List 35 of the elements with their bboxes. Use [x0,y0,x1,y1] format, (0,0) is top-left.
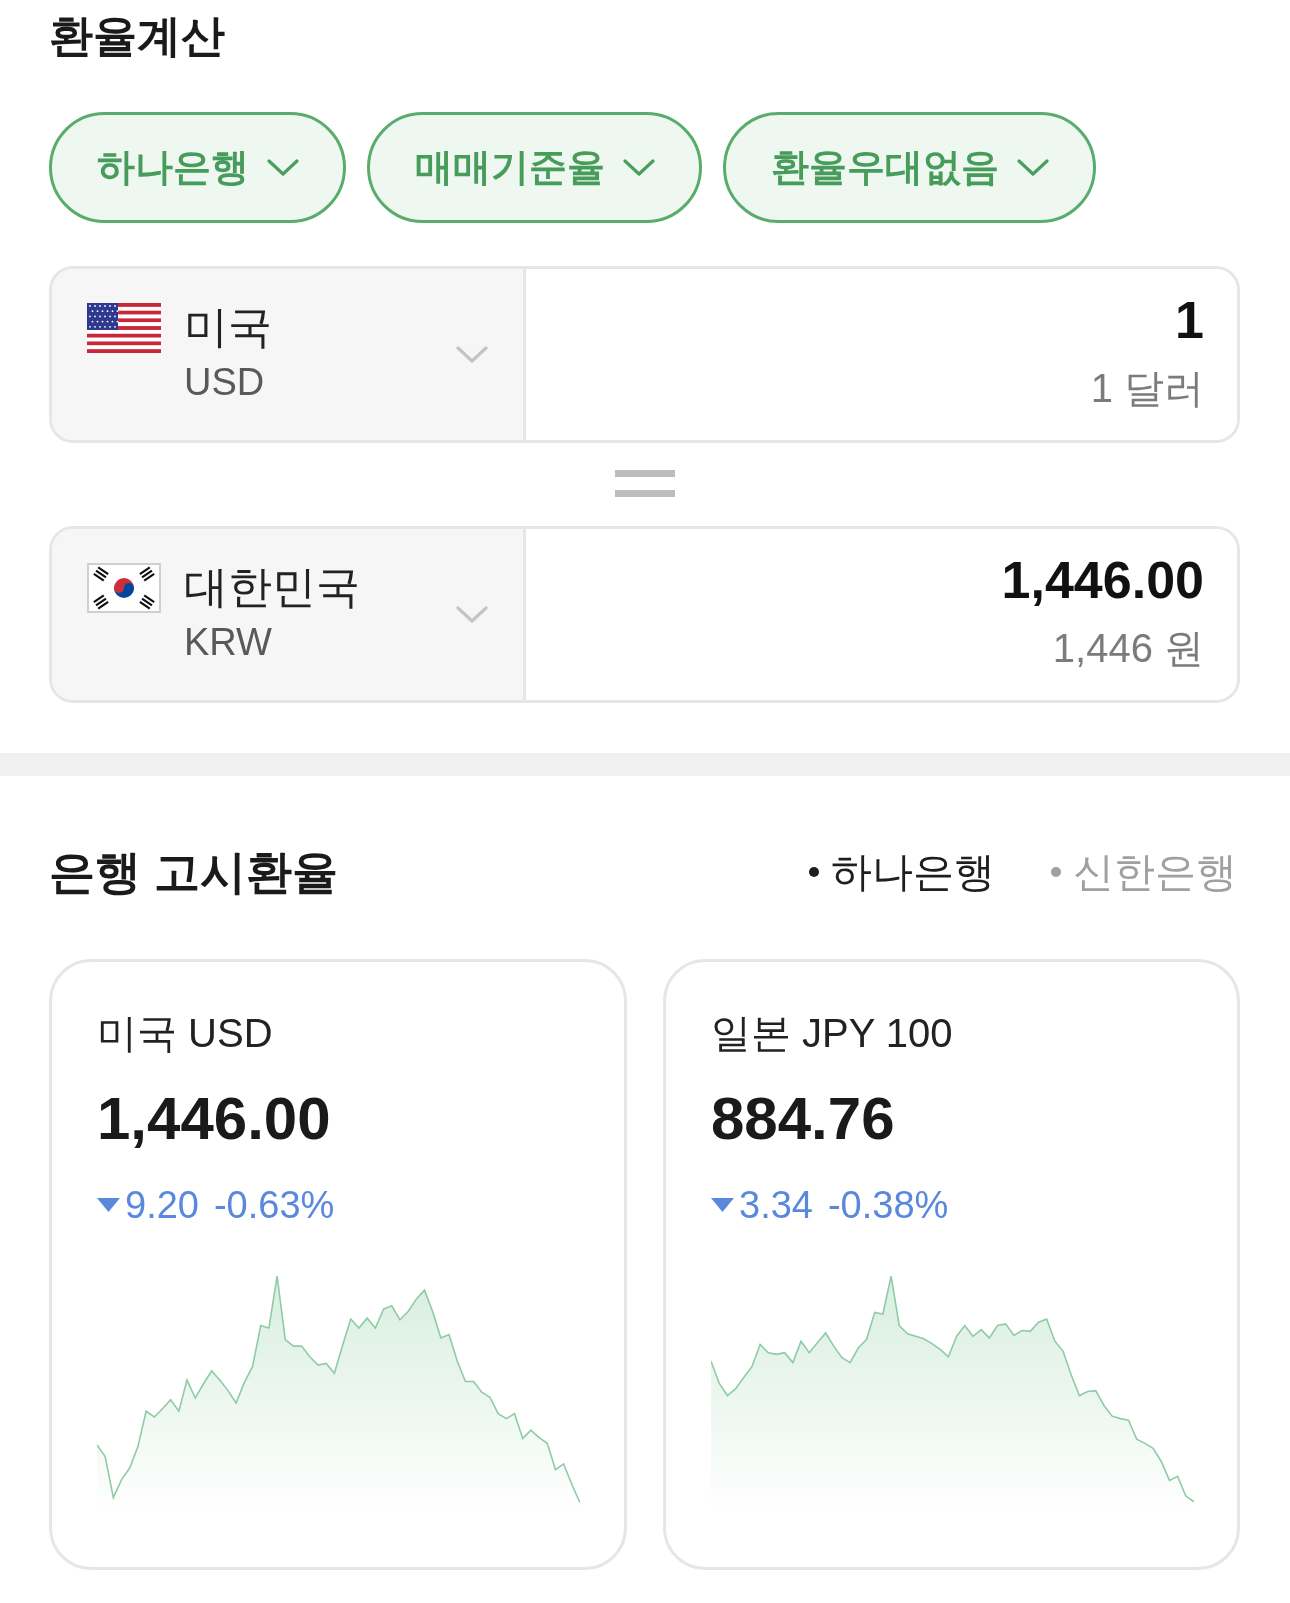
amount-in-words: 1 달러 [1090,365,1204,412]
currency-label: 미국 USD [97,1010,273,1057]
down-triangle-icon [711,1198,734,1212]
country-name: 대한민국 [184,561,360,613]
change-percent: -0.38% [827,1183,949,1228]
change-percent: -0.63% [213,1183,335,1228]
bank-toggle[interactable]: 하나은행 [809,846,995,898]
change-amount: 3.34 [739,1183,813,1228]
rate-card[interactable]: 일본 JPY 100 884.76 3.34 -0.38% [663,959,1240,1570]
chevron-down-icon [456,605,488,624]
currency-code: USD [184,360,266,405]
equals-icon [614,470,675,497]
amount-in-words: 1,446 원 [1052,625,1204,672]
amount-value: 1 [1175,290,1204,351]
rate-value: 884.76 [711,1084,895,1154]
section-title: 은행 고시환율 [49,846,338,898]
rate-value: 1,446.00 [97,1084,331,1154]
flag-icon [87,303,161,353]
country-name: 미국 [184,301,272,353]
currency-code: KRW [184,620,273,665]
chevron-down-icon [456,345,488,364]
bullet-icon [809,867,819,877]
bullet-icon [1051,867,1061,877]
chevron-down-icon [1017,158,1049,177]
down-triangle-icon [97,1198,120,1212]
chevron-down-icon [267,158,299,177]
chevron-down-icon [623,158,655,177]
currency-selector[interactable]: 대한민국 KRW [52,529,526,700]
change-amount: 9.20 [125,1183,199,1228]
amount-value: 1,446.00 [1001,550,1204,611]
flag-icon [87,563,161,613]
currency-label: 일본 JPY 100 [711,1010,953,1057]
currency-selector[interactable]: 미국 USD [52,269,526,440]
rate-card[interactable]: 미국 USD 1,446.00 9.20 -0.63% [49,959,627,1570]
section-title: 환율계산 [49,10,225,62]
